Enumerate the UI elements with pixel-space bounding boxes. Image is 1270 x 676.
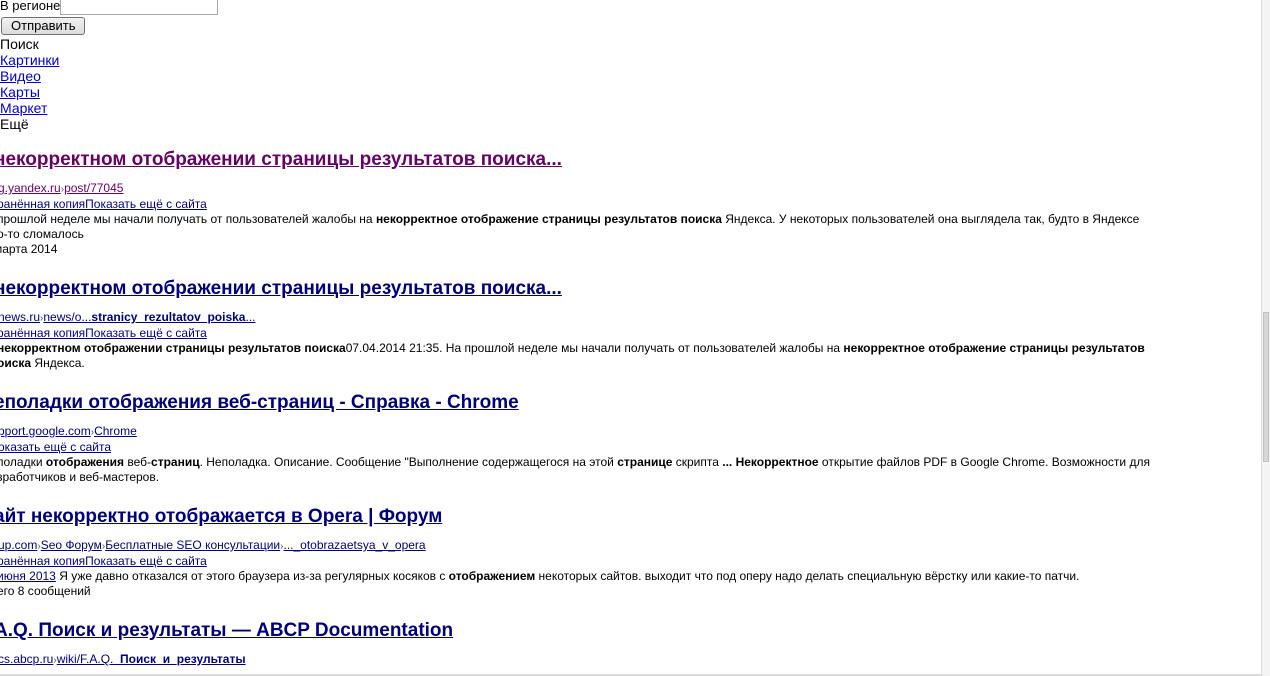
result-url-path[interactable]: Chrome [94,424,137,438]
result-extra-links: хранённая копияПоказать ещё с сайта [0,197,1262,212]
submit-button[interactable]: Отправить [1,17,86,35]
nav-current-search: Поиск [0,36,39,52]
region-input[interactable] [60,0,219,15]
result-url: g.yandex.ru›post/77045 [0,181,124,195]
search-vertical-nav: Поиск Картинки Видео Карты Маркет Ещё [0,36,59,132]
result-date-link[interactable]: июня 2013 [0,569,56,583]
nav-link-market[interactable]: Маркет [0,100,47,116]
snippet-highlight: отображением [448,569,536,583]
snippet-text: Я уже давно отказался от этого браузера … [55,569,449,583]
nav-link-video[interactable]: Видео [0,68,41,84]
snippet-highlight: некорректное отображение страницы резуль… [375,212,722,226]
more-from-site-link[interactable]: Показать ещё с сайта [85,197,207,211]
snippet-text: полaдки [0,455,46,469]
snippet-text: скрипта [672,455,723,469]
result-url-host[interactable]: news.ru [0,310,40,324]
result-url-host[interactable]: up.com [0,538,37,552]
cached-copy-link[interactable]: хранённая копия [0,326,85,340]
search-result: айт некорректно отображается в Opera | Ф… [0,505,1262,599]
more-from-site-link[interactable]: оказать ещё с сайта [0,440,111,454]
result-url-path[interactable]: post/77045 [64,181,123,195]
result-url: up.com›Seo Форум›Бесплатные SEO консульт… [0,538,426,552]
snippet-text: прошлой неделе мы начали получать от пол… [0,212,376,226]
snippet-highlight: странице [617,455,673,469]
result-url-path[interactable]: wiki/F.A.Q._Поиск_и_результаты [57,652,246,666]
snippet-text: веб- [124,455,152,469]
result-url-host[interactable]: g.yandex.ru [0,181,61,195]
snippet-highlight: оиска [0,356,32,370]
result-url-crumb[interactable]: Seo Форум [41,538,102,552]
nav-link-maps[interactable]: Карты [0,84,40,100]
result-date: марта 2014 [0,242,58,256]
result-title-link[interactable]: некорректном отображении страницы резуль… [0,278,562,299]
result-url-path[interactable]: news/o...stranicy_rezultatov_poiska... [43,310,255,324]
search-result: некорректном отображении страницы резуль… [0,148,1262,257]
result-url-path[interactable]: ..._otobrazaetsya_v_opera [283,538,425,552]
snippet-text: Яндекса. [31,356,85,370]
result-title-link[interactable]: еполадки отображения веб-страниц - Справ… [0,392,519,413]
result-url-host[interactable]: cs.abcp.ru [0,652,53,666]
result-url: news.ru›news/o...stranicy_rezultatov_poi… [0,310,256,324]
snippet-text: открытие файлов PDF в Google Chrome. Воз… [818,455,1150,469]
result-snippet: июня 2013 Я уже давно отказался от этого… [0,569,1259,584]
search-result: еполадки отображения веб-страниц - Справ… [0,391,1262,485]
result-url-crumb[interactable]: Бесплатные SEO консультации [105,538,280,552]
snippet-highlight: страниц [151,455,200,469]
snippet-highlight: отображения [45,455,125,469]
url-path-text: ... [245,310,256,324]
result-url-host[interactable]: pport.google.com [0,424,91,438]
snippet-text: зработчиков и веб-мастеров. [0,470,160,484]
region-row: В регионе [0,0,219,15]
url-path-text: wiki/F.A.Q. [56,652,114,666]
snippet-text: 07.04.2014 21:35. На прошлой неделе мы н… [345,341,844,355]
result-url: cs.abcp.ru›wiki/F.A.Q._Поиск_и_результат… [0,652,246,666]
result-title-link[interactable]: некорректном отображении страницы резуль… [0,149,562,170]
snippet-text: Яндекса. У некоторых пользователей она в… [721,212,1140,226]
scrollbar-thumb[interactable] [1263,312,1269,462]
url-path-highlight: stranicy_rezultatov_poiska [91,310,246,324]
region-label: В регионе [0,0,61,13]
more-from-site-link[interactable]: Показать ещё с сайта [85,326,207,340]
result-extra-links: хранённая копияПоказать ещё с сайта [0,326,1262,341]
cached-copy-link[interactable]: хранённая копия [0,554,85,568]
result-snippet: некорректном отображении страницы резуль… [0,341,1259,371]
search-result: некорректном отображении страницы резуль… [0,277,1262,371]
nav-link-images[interactable]: Картинки [0,52,59,68]
snippet-text: . Неполадка. Описание. Сообщение "Выполн… [199,455,618,469]
snippet-text: о-то сломалось [0,227,84,241]
result-title-link[interactable]: A.Q. Поиск и результаты — ABCP Documenta… [0,620,453,641]
search-result: A.Q. Поиск и результаты — ABCP Documenta… [0,619,1262,668]
nav-more[interactable]: Ещё [0,116,59,132]
result-snippet: полaдки отображения веб-страниц. Неполад… [0,455,1259,485]
result-title-link[interactable]: айт некорректно отображается в Opera | Ф… [0,506,442,527]
result-url: pport.google.com›Chrome [0,424,137,438]
snippet-highlight: некорректном отображении страницы резуль… [0,341,346,355]
more-from-site-link[interactable]: Показать ещё с сайта [85,554,207,568]
vertical-scrollbar[interactable] [1261,0,1270,676]
result-extra-links: оказать ещё с сайта [0,440,1262,455]
url-path-highlight: _Поиск_и_результаты [113,652,246,666]
result-snippet: прошлой неделе мы начали получать от пол… [0,212,1259,242]
search-results-page: В регионе Отправить Поиск Картинки Видео… [0,0,1262,676]
result-meta: его 8 сообщений [0,584,91,598]
result-extra-links: хранённая копияПоказать ещё с сайта [0,554,1262,569]
snippet-highlight: некорректное отображение страницы резуль… [843,341,1145,355]
snippet-highlight: ... Некорректное [722,455,819,469]
cached-copy-link[interactable]: хранённая копия [0,197,85,211]
url-path-text: news/o... [43,310,92,324]
snippet-text: некоторых сайтов. выходит что под оперу … [535,569,1080,583]
